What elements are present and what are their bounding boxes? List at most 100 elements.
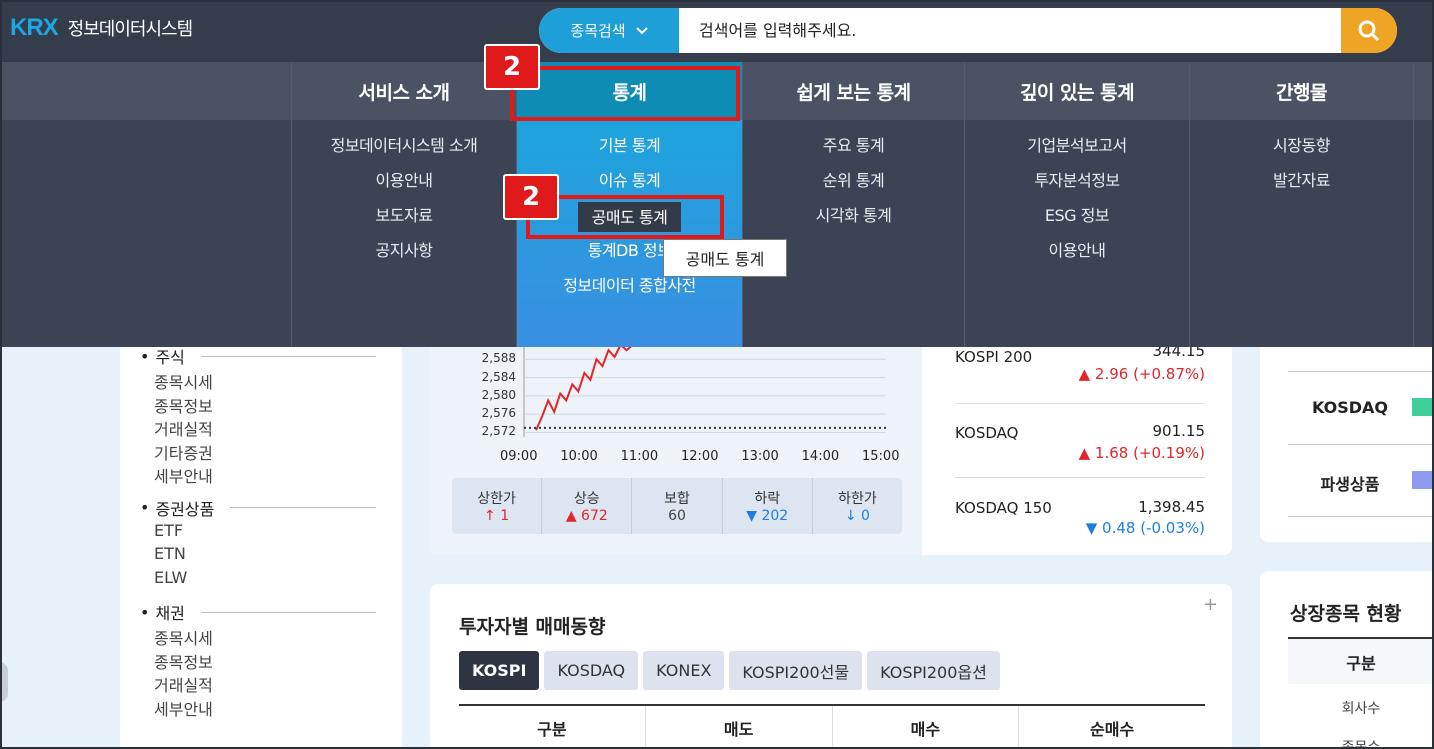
tooltip: 공매도 통계 [663, 239, 787, 277]
krx-logo[interactable]: KRX 정보데이터시스템 [10, 14, 193, 42]
x-tick-label: 12:00 [681, 449, 719, 464]
y-tick-label: 2,588 [481, 351, 516, 366]
x-tick-label: 15:00 [862, 449, 900, 464]
menu-publications[interactable]: 간행물 [1190, 62, 1413, 120]
menu-easy-statistics[interactable]: 쉽게 보는 통계 [743, 62, 964, 120]
menu-item[interactable]: 정보데이터시스템 소개 [331, 132, 478, 167]
nav-link[interactable]: 종목정보 [120, 393, 402, 417]
tab-kospi200-options[interactable]: KOSPI200옵션 [867, 651, 1000, 690]
search-input[interactable] [699, 8, 1319, 53]
menu-item[interactable]: 이용안내 [1049, 237, 1106, 272]
menu-item[interactable]: 투자분석정보 [1034, 167, 1120, 202]
listing-status-card: 상장종목 현황 구분 회사수 종목수 [1260, 571, 1434, 749]
search-type-dropdown[interactable]: 종목검색 [539, 8, 679, 53]
highlight-box-statistics [510, 66, 740, 121]
decline-cell: 하락 ▼ 202 [723, 478, 813, 534]
y-tick-label: 2,572 [481, 424, 516, 439]
menu-item[interactable]: 공지사항 [376, 237, 433, 272]
nav-link[interactable]: 기타증권 [120, 440, 402, 464]
advance-decline-box: 상한가 ↑ 1 상승 ▲ 672 보합 60 하락 ▼ 202 하한가 ↓ 0 [452, 478, 902, 534]
menu-item[interactable]: 시장동향 [1273, 132, 1330, 167]
nav-link[interactable]: 세부안내 [120, 696, 402, 720]
table-cell: 종목수 [1341, 740, 1381, 749]
y-tick-label: 2,580 [481, 387, 516, 402]
tab-kospi[interactable]: KOSPI [459, 651, 540, 690]
step-badge: 2 [484, 44, 540, 90]
market-summary-card: 2,5722,5762,5802,5842,5882,592 09:0010:0… [430, 333, 1232, 555]
tab-konex[interactable]: KONEX [643, 651, 725, 690]
column-header: 매도 [646, 706, 833, 749]
index-row[interactable]: KOSDAQ 150 1,398.45 ▼ 0.48 (-0.03%) [955, 478, 1205, 552]
table-cell: 회사수 [1341, 701, 1381, 717]
search-icon [1358, 20, 1380, 41]
market-row-kosdaq[interactable]: KOSDAQ [1288, 371, 1434, 444]
menu-item[interactable]: 발간자료 [1273, 167, 1330, 202]
unchanged-cell: 보합 60 [632, 478, 723, 534]
market-breakdown-card: KOSDAQ 파생상품 [1260, 347, 1434, 542]
x-tick-label: 13:00 [741, 449, 779, 464]
limit-up-cell: 상한가 ↑ 1 [452, 478, 543, 534]
nav-section-securities-products[interactable]: • 증권상품 [120, 495, 402, 521]
nav-link[interactable]: ETF [120, 521, 402, 545]
menu-item[interactable]: 기업분석보고서 [1027, 132, 1127, 167]
x-tick-label: 10:00 [560, 449, 598, 464]
top-bar: KRX 정보데이터시스템 종목검색 [0, 0, 1434, 62]
listing-status-title: 상장종목 현황 [1290, 603, 1402, 625]
advance-cell: 상승 ▲ 672 [542, 478, 633, 534]
y-tick-label: 2,584 [481, 369, 516, 384]
menu-item[interactable]: 기본 통계 [599, 132, 661, 167]
x-tick-label: 09:00 [500, 449, 538, 464]
menu-item[interactable]: 순위 통계 [823, 167, 885, 202]
logo-mark: KRX [10, 14, 59, 41]
menu-item[interactable]: 주요 통계 [823, 132, 885, 167]
market-bar [1412, 398, 1434, 416]
nav-link[interactable]: 종목시세 [120, 369, 402, 393]
plus-icon[interactable]: + [1203, 594, 1218, 615]
x-tick-label: 14:00 [801, 449, 840, 464]
column-header: 구분 [1288, 637, 1434, 684]
tab-kospi200-futures[interactable]: KOSPI200선물 [729, 651, 863, 690]
column-header: 구분 [459, 706, 646, 749]
menu-item[interactable]: 정보데이터 종합사전 [563, 272, 696, 307]
investor-trading-title: 투자자별 매매동향 [459, 616, 606, 638]
menu-column-easy-stats: 쉽게 보는 통계 주요 통계 순위 통계 시각화 통계 [742, 62, 964, 347]
tab-kosdaq[interactable]: KOSDAQ [544, 651, 639, 690]
nav-link[interactable]: 세부안내 [120, 463, 402, 487]
nav-link[interactable]: 거래실적 [120, 672, 402, 696]
menu-service-intro[interactable]: 서비스 소개 [292, 62, 516, 120]
menu-item[interactable]: 통계DB 정보 [588, 237, 672, 272]
market-tabs: KOSPI KOSDAQ KONEX KOSPI200선물 KOSPI200옵션 [459, 651, 1000, 690]
nav-section-bond[interactable]: • 채권 [120, 599, 402, 625]
column-header: 매수 [833, 706, 1020, 749]
search-type-label: 종목검색 [570, 22, 626, 40]
x-tick-label: 11:00 [620, 449, 659, 464]
nav-link[interactable]: 종목시세 [120, 625, 402, 649]
menu-deep-statistics[interactable]: 깊이 있는 통계 [965, 62, 1189, 120]
investor-trading-card: 투자자별 매매동향 + KOSPI KOSDAQ KONEX KOSPI200선… [430, 584, 1232, 749]
search-button[interactable] [1341, 8, 1397, 53]
menu-item[interactable]: 시각화 통계 [816, 202, 892, 237]
step-badge: 2 [503, 174, 559, 220]
limit-down-cell: 하한가 ↓ 0 [838, 491, 877, 524]
chevron-down-icon [635, 26, 648, 34]
carousel-handle[interactable] [0, 662, 8, 702]
nav-link[interactable]: ETN [120, 544, 402, 568]
y-tick-label: 2,576 [481, 406, 516, 421]
nav-link[interactable]: 거래실적 [120, 416, 402, 440]
search-box: 종목검색 [539, 8, 1397, 53]
nav-link[interactable]: ELW [120, 568, 402, 592]
nav-link[interactable]: 종목정보 [120, 649, 402, 673]
menu-item[interactable]: 보도자료 [376, 202, 433, 237]
menu-column-service: 서비스 소개 정보데이터시스템 소개 이용안내 보도자료 공지사항 [291, 62, 516, 347]
menu-item[interactable]: 이용안내 [376, 167, 433, 202]
market-row-derivatives[interactable]: 파생상품 [1288, 444, 1434, 517]
left-navigation: • 주식 종목시세 종목정보 거래실적 기타증권 세부안내 • 증권상품 ETF E… [120, 347, 402, 749]
menu-column-deep-stats: 깊이 있는 통계 기업분석보고서 투자분석정보 ESG 정보 이용안내 [964, 62, 1189, 347]
series-line [535, 343, 675, 431]
column-header: 순매수 [1090, 719, 1135, 739]
menu-item[interactable]: ESG 정보 [1045, 202, 1110, 237]
investor-table-header: 구분 매도 매수 순매수 [459, 704, 1205, 749]
menu-column-publications: 간행물 시장동향 발간자료 [1189, 62, 1414, 347]
logo-text: 정보데이터시스템 [67, 19, 193, 40]
index-row[interactable]: KOSDAQ 901.15 ▲ 1.68 (+0.19%) [955, 404, 1205, 478]
